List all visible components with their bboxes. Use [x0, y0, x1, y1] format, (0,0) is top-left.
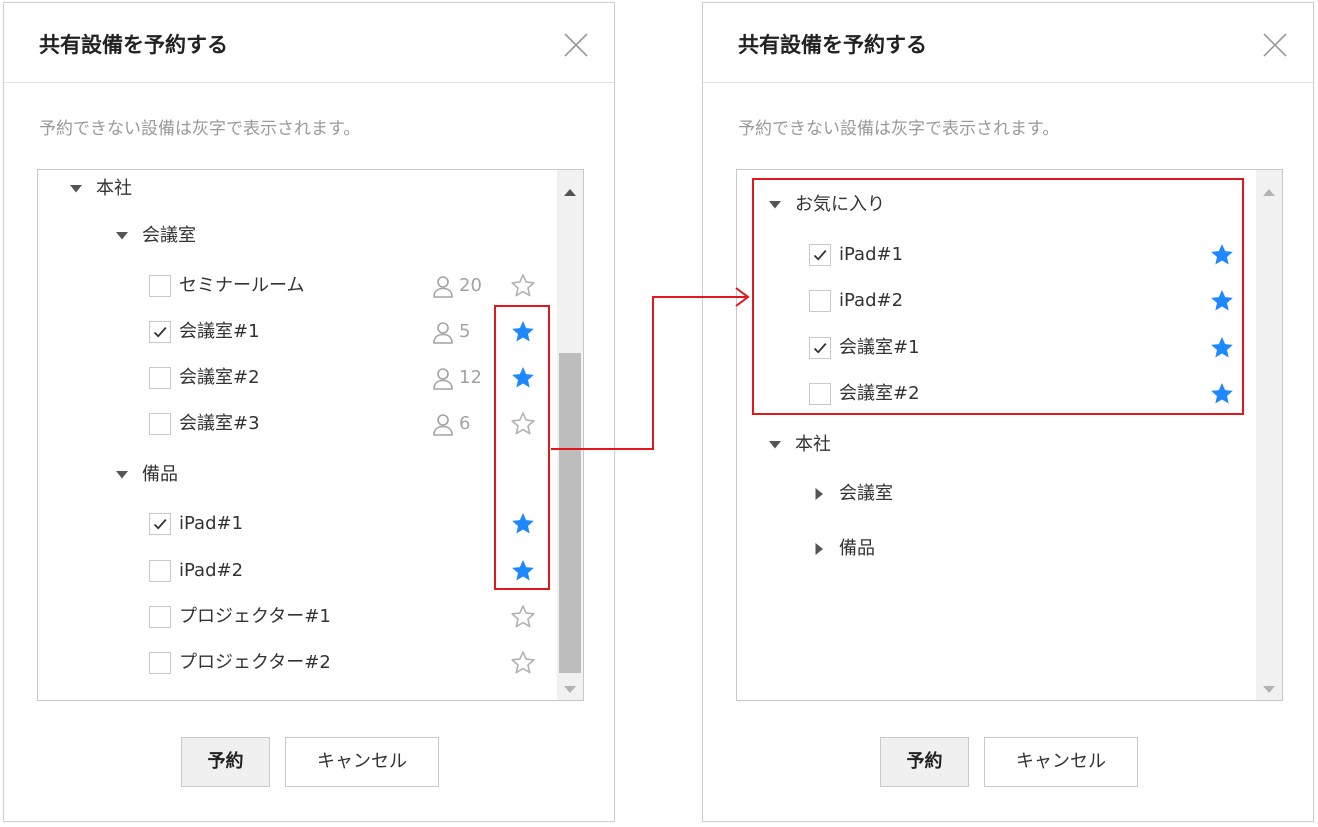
- facility-row: セミナールーム 20: [38, 267, 550, 307]
- facility-label: 会議室#3: [179, 413, 260, 434]
- tree-node-equipment: 備品: [38, 456, 550, 496]
- tree-node-root: 本社: [737, 426, 1249, 466]
- close-icon[interactable]: [562, 31, 590, 59]
- facility-label: セミナールーム: [179, 275, 305, 296]
- dialog-description: 予約できない設備は灰字で表示されます。: [738, 119, 1060, 139]
- facility-checkbox[interactable]: [149, 413, 171, 435]
- dialog-title: 共有設備を予約する: [738, 33, 927, 57]
- facility-row: 会議室#2 12: [38, 359, 550, 399]
- capacity-value: 20: [459, 275, 482, 296]
- favorite-stars-highlight: [494, 305, 550, 590]
- capacity-value: 6: [459, 413, 471, 434]
- caret-down-icon[interactable]: [115, 228, 129, 242]
- person-icon: [432, 275, 454, 299]
- scroll-down-icon[interactable]: [564, 680, 576, 693]
- tree-node-meeting-rooms: 会議室: [737, 475, 1249, 515]
- caret-down-icon[interactable]: [115, 467, 129, 481]
- facility-checkbox[interactable]: [149, 560, 171, 582]
- cancel-button[interactable]: キャンセル: [285, 737, 439, 787]
- facility-row: 会議室#3 6: [38, 405, 550, 445]
- tree-scrollbar[interactable]: [557, 170, 583, 700]
- reserve-button[interactable]: 予約: [880, 737, 969, 787]
- person-icon: [432, 367, 454, 391]
- caret-down-icon[interactable]: [768, 437, 782, 451]
- dialog-description: 予約できない設備は灰字で表示されます。: [39, 119, 361, 139]
- facility-label: プロジェクター#2: [179, 652, 331, 673]
- facility-label: プロジェクター#1: [179, 606, 331, 627]
- reserve-button[interactable]: 予約: [181, 737, 270, 787]
- person-icon: [432, 321, 454, 345]
- cancel-button[interactable]: キャンセル: [984, 737, 1138, 787]
- tree-node-label: 備品: [839, 538, 875, 559]
- facility-checkbox[interactable]: [149, 275, 171, 297]
- facility-label: 会議室#1: [179, 321, 260, 342]
- facility-checkbox[interactable]: [149, 321, 171, 343]
- caret-right-icon[interactable]: [812, 486, 826, 500]
- tree-node-root: 本社: [38, 170, 550, 210]
- tree-node-label: 本社: [795, 434, 831, 455]
- caret-right-icon[interactable]: [812, 541, 826, 555]
- capacity-value: 12: [459, 367, 482, 388]
- caret-down-icon[interactable]: [69, 181, 83, 195]
- tree-node-meeting-rooms: 会議室: [38, 217, 550, 257]
- facility-label: iPad#1: [179, 513, 244, 534]
- facility-checkbox[interactable]: [149, 367, 171, 389]
- tree-node-label: 会議室: [142, 225, 196, 246]
- facility-label: 会議室#2: [179, 367, 260, 388]
- dialog-title: 共有設備を予約する: [39, 33, 228, 57]
- scroll-down-icon[interactable]: [1263, 680, 1275, 693]
- star-outline-icon[interactable]: [510, 273, 536, 299]
- tree-node-equipment: 備品: [737, 530, 1249, 570]
- dialog-header: 共有設備を予約する: [4, 3, 614, 83]
- scroll-thumb[interactable]: [559, 353, 581, 673]
- tree-node-label: 本社: [96, 178, 132, 199]
- facility-row: プロジェクター#2: [38, 644, 550, 684]
- favorites-section-highlight: [752, 178, 1244, 415]
- scroll-up-icon[interactable]: [1263, 182, 1275, 196]
- facility-checkbox[interactable]: [149, 652, 171, 674]
- tree-node-label: 会議室: [839, 483, 893, 504]
- facility-row: プロジェクター#1: [38, 598, 550, 638]
- star-outline-icon[interactable]: [510, 650, 536, 676]
- dialog-header: 共有設備を予約する: [703, 3, 1313, 83]
- person-icon: [432, 413, 454, 437]
- capacity-value: 5: [459, 321, 471, 342]
- facility-label: iPad#2: [179, 560, 244, 581]
- scroll-up-icon[interactable]: [564, 182, 576, 196]
- facility-row: 会議室#1 5: [38, 313, 550, 353]
- close-icon[interactable]: [1261, 31, 1289, 59]
- facility-checkbox[interactable]: [149, 606, 171, 628]
- star-outline-icon[interactable]: [510, 604, 536, 630]
- facility-checkbox[interactable]: [149, 513, 171, 535]
- tree-scrollbar[interactable]: [1256, 170, 1282, 700]
- facility-row: iPad#1: [38, 505, 550, 545]
- facility-row: iPad#2: [38, 552, 550, 592]
- tree-node-label: 備品: [142, 464, 178, 485]
